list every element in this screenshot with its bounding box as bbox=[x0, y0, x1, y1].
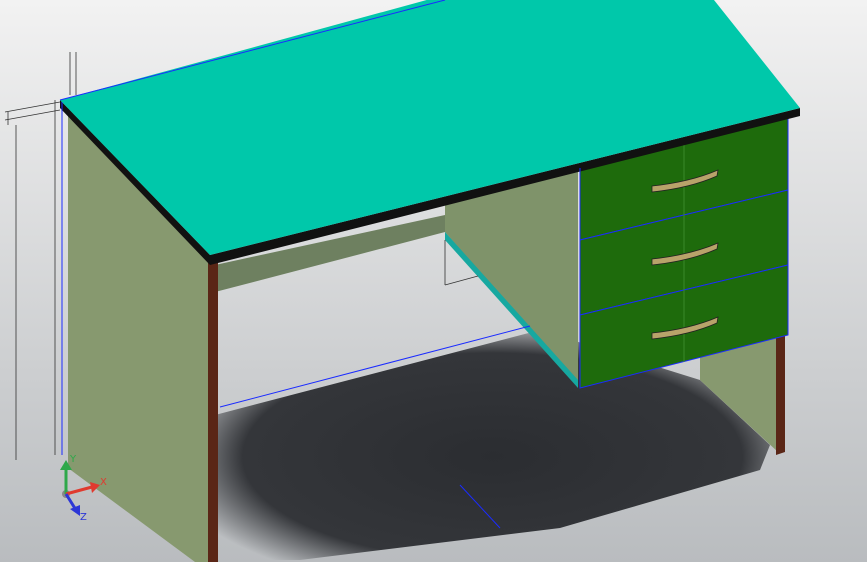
triad-x-label: X bbox=[100, 477, 107, 488]
desk-model-view[interactable]: X Y Z bbox=[0, 0, 867, 562]
triad-z-label: Z bbox=[80, 512, 87, 523]
triad-y-label: Y bbox=[69, 454, 77, 465]
left-panel-front-edge bbox=[208, 262, 218, 562]
3d-graphics-viewport[interactable]: X Y Z bbox=[0, 0, 867, 562]
right-panel-edge bbox=[776, 333, 785, 455]
